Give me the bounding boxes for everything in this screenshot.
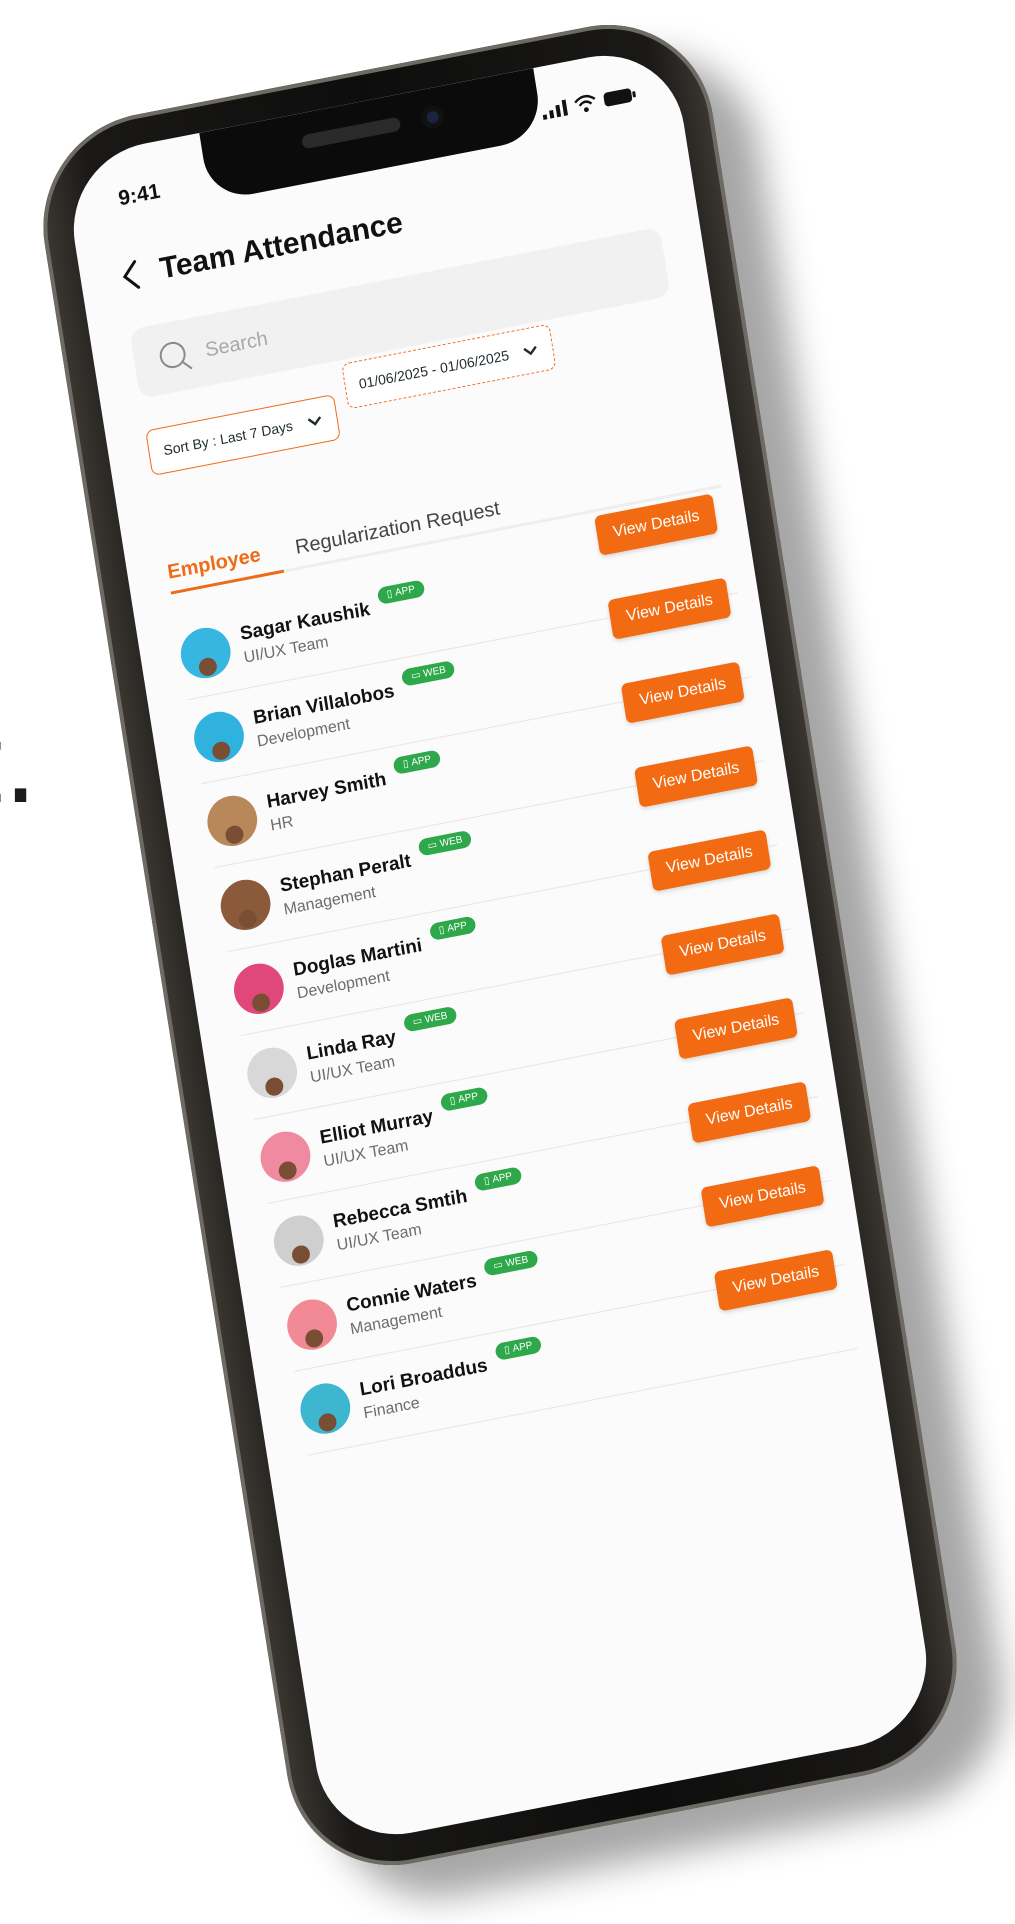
phone-frame: 9:41 Team Attendance Search Sort By: La… (27, 5, 973, 1885)
background-headline-fragment: t. (0, 700, 39, 828)
chevron-down-icon (523, 345, 537, 356)
signal-icon (542, 99, 569, 121)
avatar (283, 1295, 341, 1355)
monitor-icon: ▭ (426, 838, 438, 852)
avatar (177, 623, 235, 683)
status-bar: 9:41 (62, 41, 682, 229)
back-chevron-icon[interactable] (118, 257, 149, 294)
avatar (243, 1043, 301, 1103)
search-icon (159, 341, 193, 370)
platform-badge: ▯ APP (376, 578, 425, 605)
page-title: Team Attendance (157, 205, 406, 286)
sort-dropdown[interactable]: Sort By : Last 7 Days (145, 394, 341, 477)
monitor-icon: ▭ (411, 1014, 423, 1028)
header: Team Attendance (118, 206, 405, 294)
phone-icon: ▯ (449, 1094, 457, 1107)
phone-icon: ▯ (503, 1343, 511, 1356)
monitor-icon: ▭ (410, 668, 422, 682)
status-time: 9:41 (116, 179, 162, 211)
status-icons (541, 85, 638, 121)
chevron-down-icon (307, 416, 321, 426)
avatar (190, 707, 248, 767)
platform-badge: ▭ WEB (400, 659, 456, 687)
phone-icon: ▯ (385, 587, 394, 600)
avatar (296, 1379, 354, 1439)
avatar (217, 875, 275, 935)
phone-icon: ▯ (483, 1174, 491, 1187)
employee-list: Sagar Kaushik ▯ APP UI/UX Team View Detai… (174, 493, 858, 1456)
sort-dropdown-label: Sort By : Last 7 Days (162, 417, 294, 459)
avatar (257, 1127, 314, 1187)
platform-badge: ▯ APP (439, 1085, 489, 1112)
platform-badge: ▯ APP (473, 1165, 523, 1192)
monitor-icon: ▭ (492, 1258, 504, 1272)
date-range-label: 01/06/2025 - 01/06/2025 (357, 346, 511, 392)
avatar (203, 791, 261, 851)
avatar (230, 959, 288, 1019)
wifi-icon (574, 94, 596, 113)
platform-badge: ▯ APP (392, 748, 442, 775)
avatar (270, 1211, 328, 1271)
phone-icon: ▯ (402, 757, 410, 770)
battery-icon (603, 88, 636, 107)
platform-badge: ▯ APP (428, 914, 478, 941)
phone-screen: 9:41 Team Attendance Search Sort By: La… (61, 41, 939, 1849)
phone-mockup: 9:41 Team Attendance Search Sort By: La… (27, 5, 1015, 1916)
platform-badge: ▭ WEB (402, 1005, 458, 1033)
phone-icon: ▯ (438, 923, 446, 936)
platform-badge: ▯ APP (494, 1334, 543, 1361)
platform-badge: ▭ WEB (417, 829, 473, 857)
platform-badge: ▭ WEB (483, 1249, 539, 1277)
